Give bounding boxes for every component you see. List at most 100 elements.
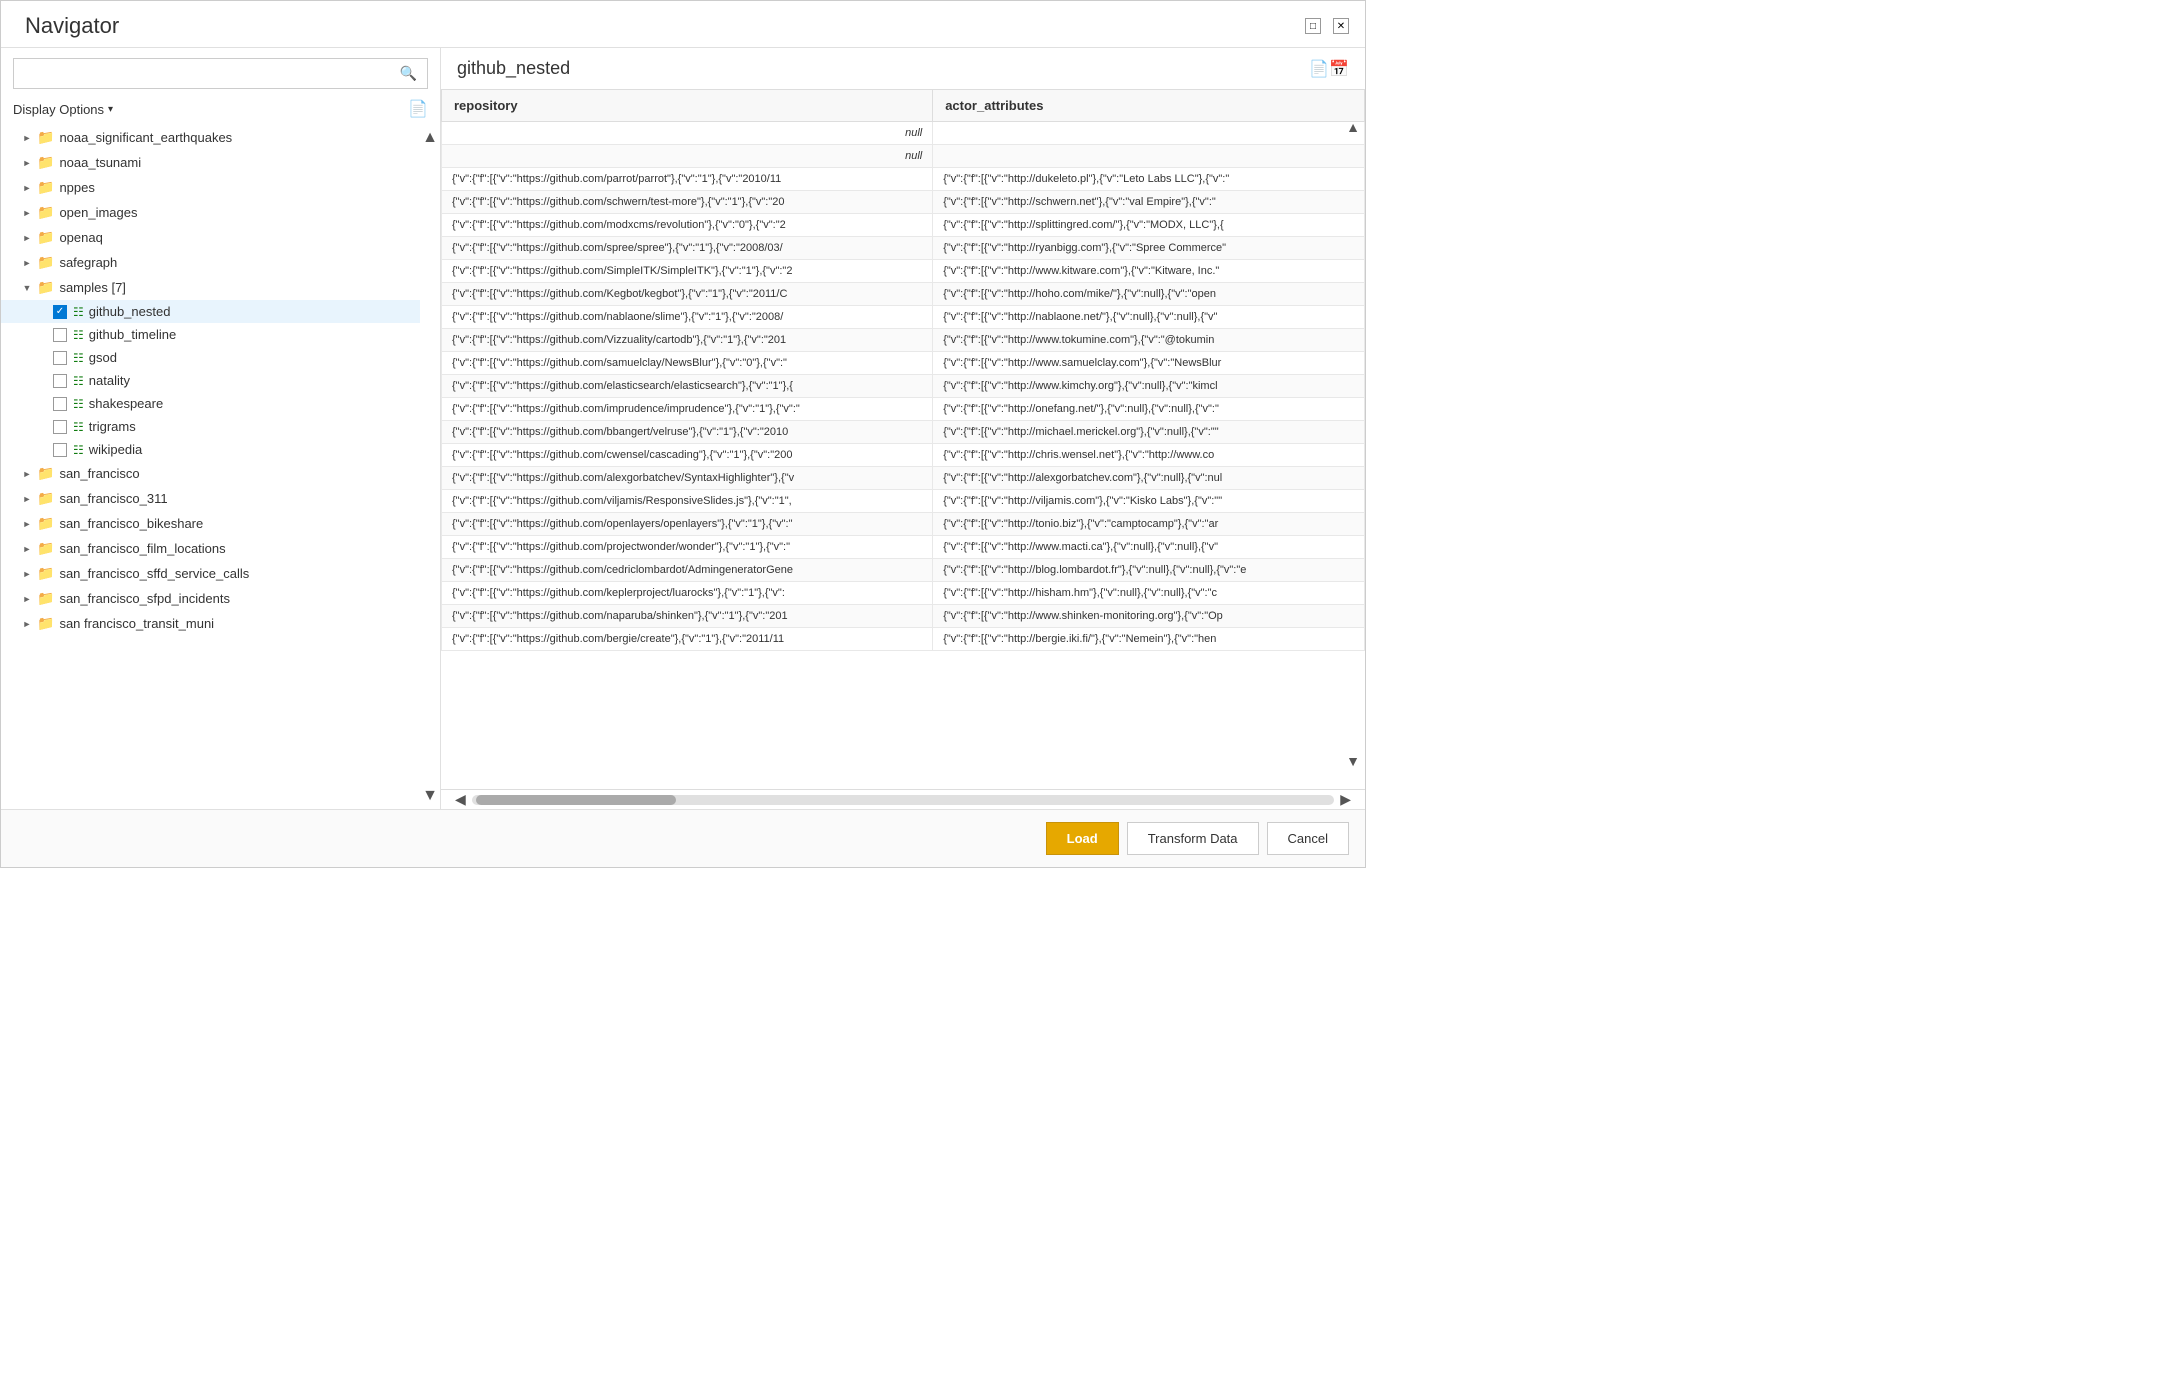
tree-item-label: nppes [59, 180, 94, 195]
table-row: {"v":{"f":[{"v":"https://github.com/Vizz… [442, 329, 1365, 352]
tree-item-label: san_francisco_sffd_service_calls [59, 566, 249, 581]
table-cell: {"v":{"f":[{"v":"https://github.com/cedr… [442, 559, 933, 582]
table-cell: {"v":{"f":[{"v":"http://blog.lombardot.f… [933, 559, 1365, 582]
tree-item-noaa-sig[interactable]: ► 📁 noaa_significant_earthquakes [1, 125, 420, 150]
tree-item-open-images[interactable]: ► 📁 open_images [1, 200, 420, 225]
checkbox-github-nested[interactable]: ✓ [53, 305, 67, 319]
search-button[interactable]: 🔍 [390, 59, 427, 88]
search-input[interactable] [14, 60, 390, 87]
expand-icon[interactable]: ► [17, 469, 37, 479]
scroll-down-button[interactable]: ▼ [422, 787, 438, 805]
tree-item-san-francisco-transit[interactable]: ► 📁 san francisco_transit_muni [1, 611, 420, 636]
expand-icon[interactable]: ► [17, 494, 37, 504]
expand-icon[interactable]: ► [17, 569, 37, 579]
table-cell: {"v":{"f":[{"v":"https://github.com/Vizz… [442, 329, 933, 352]
expand-icon[interactable]: ► [17, 233, 37, 243]
expand-icon[interactable]: ► [17, 619, 37, 629]
table-cell: {"v":{"f":[{"v":"https://github.com/Simp… [442, 260, 933, 283]
checkbox-gsod[interactable] [53, 351, 67, 365]
folder-icon: 📁 [37, 154, 54, 171]
expand-icon[interactable]: ► [17, 183, 37, 193]
nav-action-button[interactable]: 📄 [408, 99, 428, 119]
folder-icon: 📁 [37, 129, 54, 146]
expand-icon[interactable]: ► [17, 258, 37, 268]
folder-icon: 📁 [37, 515, 54, 532]
tree-item-noaa-tsunami[interactable]: ► 📁 noaa_tsunami [1, 150, 420, 175]
tree-item-github-timeline[interactable]: ☷ github_timeline [1, 323, 420, 346]
scroll-up-button[interactable]: ▲ [422, 129, 438, 147]
table-icon: ☷ [73, 374, 84, 388]
col-header-repository: repository [442, 90, 933, 122]
table-row: null [442, 145, 1365, 168]
tree-item-san-francisco-sffd[interactable]: ► 📁 san_francisco_sffd_service_calls [1, 561, 420, 586]
tree-item-san-francisco-sfpd[interactable]: ► 📁 san_francisco_sfpd_incidents [1, 586, 420, 611]
tree-item-wikipedia[interactable]: ☷ wikipedia [1, 438, 420, 461]
expand-icon[interactable]: ► [17, 519, 37, 529]
table-row: {"v":{"f":[{"v":"https://github.com/alex… [442, 467, 1365, 490]
table-scroll-down-button[interactable]: ▼ [1343, 753, 1363, 769]
table-cell: {"v":{"f":[{"v":"http://viljamis.com"},{… [933, 490, 1365, 513]
tree-item-shakespeare[interactable]: ☷ shakespeare [1, 392, 420, 415]
h-scrollbar-thumb[interactable] [476, 795, 676, 805]
close-button[interactable]: ✕ [1333, 18, 1349, 34]
tree-item-nppes[interactable]: ► 📁 nppes [1, 175, 420, 200]
table-cell: {"v":{"f":[{"v":"https://github.com/modx… [442, 214, 933, 237]
tree-item-label: openaq [59, 230, 102, 245]
expand-icon[interactable]: ► [17, 133, 37, 143]
h-scrollbar[interactable] [472, 795, 1334, 805]
tree-item-safegraph[interactable]: ► 📁 safegraph [1, 250, 420, 275]
data-table: repository actor_attributes nullnull{"v"… [441, 89, 1365, 651]
tree-item-samples[interactable]: ▼ 📁 samples [7] [1, 275, 420, 300]
tree-item-san-francisco-bikeshare[interactable]: ► 📁 san_francisco_bikeshare [1, 511, 420, 536]
tree-item-san-francisco[interactable]: ► 📁 san_francisco [1, 461, 420, 486]
tree-item-openaq[interactable]: ► 📁 openaq [1, 225, 420, 250]
tree-item-label: san francisco_transit_muni [59, 616, 214, 631]
tree-item-natality[interactable]: ☷ natality [1, 369, 420, 392]
tree-item-label: natality [89, 373, 130, 388]
checkbox-wikipedia[interactable] [53, 443, 67, 457]
cancel-button[interactable]: Cancel [1267, 822, 1349, 855]
checkbox-trigrams[interactable] [53, 420, 67, 434]
table-cell: {"v":{"f":[{"v":"http://ryanbigg.com"},{… [933, 237, 1365, 260]
table-cell: null [442, 122, 933, 145]
folder-icon: 📁 [37, 465, 54, 482]
checkbox-shakespeare[interactable] [53, 397, 67, 411]
table-row: null [442, 122, 1365, 145]
folder-icon: 📁 [37, 490, 54, 507]
folder-icon: 📁 [37, 254, 54, 271]
table-cell [933, 122, 1365, 145]
table-cell: {"v":{"f":[{"v":"https://github.com/kepl… [442, 582, 933, 605]
tree-item-label: san_francisco_bikeshare [59, 516, 203, 531]
table-cell: null [442, 145, 933, 168]
expand-icon[interactable]: ► [17, 158, 37, 168]
h-scroll-left-button[interactable]: ◀ [449, 791, 472, 808]
tree-item-san-francisco-311[interactable]: ► 📁 san_francisco_311 [1, 486, 420, 511]
collapse-icon[interactable]: ▼ [17, 283, 37, 293]
h-scroll-right-button[interactable]: ▶ [1334, 791, 1357, 808]
checkbox-natality[interactable] [53, 374, 67, 388]
page-title: Navigator [25, 13, 119, 39]
checkbox-github-timeline[interactable] [53, 328, 67, 342]
table-row: {"v":{"f":[{"v":"https://github.com/nabl… [442, 306, 1365, 329]
load-button[interactable]: Load [1046, 822, 1119, 855]
tree-item-trigrams[interactable]: ☷ trigrams [1, 415, 420, 438]
tree-item-san-francisco-film[interactable]: ► 📁 san_francisco_film_locations [1, 536, 420, 561]
table-cell: {"v":{"f":[{"v":"http://onefang.net/"},{… [933, 398, 1365, 421]
restore-button[interactable]: □ [1305, 18, 1321, 34]
transform-data-button[interactable]: Transform Data [1127, 822, 1259, 855]
table-cell: {"v":{"f":[{"v":"https://github.com/alex… [442, 467, 933, 490]
table-cell: {"v":{"f":[{"v":"https://github.com/nabl… [442, 306, 933, 329]
table-cell: {"v":{"f":[{"v":"https://github.com/Kegb… [442, 283, 933, 306]
display-options-button[interactable]: Display Options ▾ [13, 102, 113, 117]
preview-action-icon[interactable]: 📄📅 [1309, 59, 1349, 79]
expand-icon[interactable]: ► [17, 208, 37, 218]
tree-item-github-nested[interactable]: ✓ ☷ github_nested [1, 300, 420, 323]
table-cell: {"v":{"f":[{"v":"http://www.kitware.com"… [933, 260, 1365, 283]
tree-item-label: san_francisco_film_locations [59, 541, 225, 556]
expand-icon[interactable]: ► [17, 544, 37, 554]
table-cell: {"v":{"f":[{"v":"https://github.com/schw… [442, 191, 933, 214]
tree-item-label: noaa_significant_earthquakes [59, 130, 232, 145]
tree-item-gsod[interactable]: ☷ gsod [1, 346, 420, 369]
folder-icon: 📁 [37, 179, 54, 196]
expand-icon[interactable]: ► [17, 594, 37, 604]
